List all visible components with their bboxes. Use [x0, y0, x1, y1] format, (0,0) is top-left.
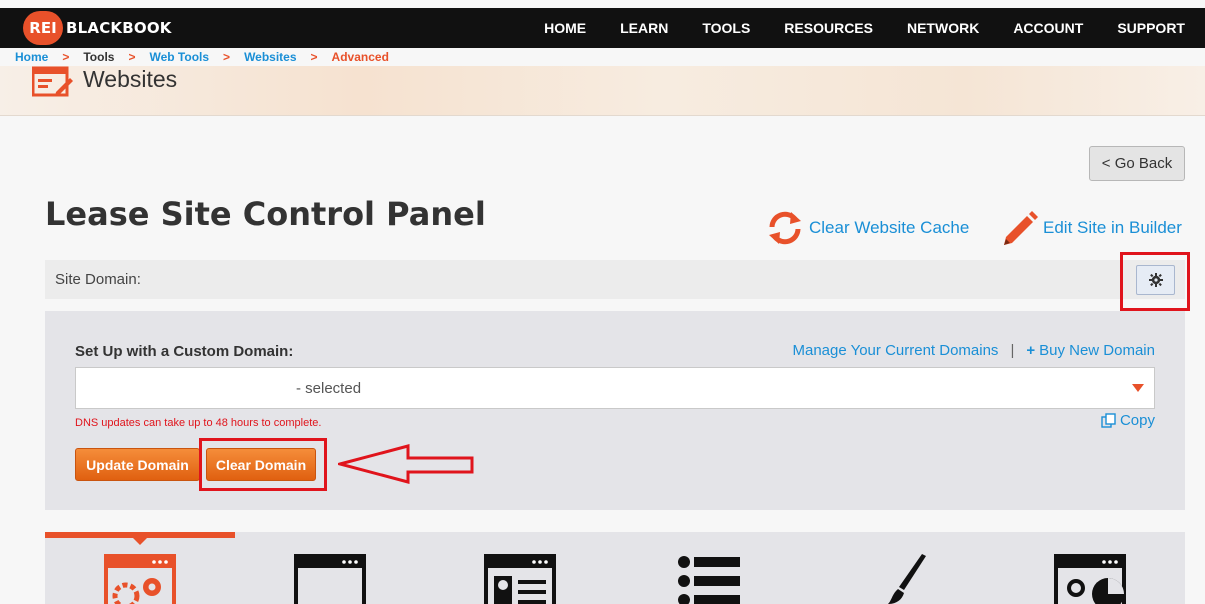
breadcrumb: Home > Tools > Web Tools > Websites > Ad… — [15, 49, 403, 65]
tab-analytics[interactable] — [995, 532, 1185, 604]
main-nav: HOME LEARN TOOLS RESOURCES NETWORK ACCOU… — [544, 8, 1205, 48]
settings-window-icon — [104, 554, 176, 604]
tab-settings[interactable] — [45, 532, 235, 604]
custom-domain-label: Set Up with a Custom Domain: — [75, 343, 294, 360]
nav-network[interactable]: NETWORK — [907, 20, 979, 36]
logo-badge: REI — [23, 11, 63, 45]
top-navbar: REI BLACKBOOK HOME LEARN TOOLS RESOURCES… — [0, 8, 1205, 48]
nav-home[interactable]: HOME — [544, 20, 586, 36]
copy-link[interactable]: Copy — [1101, 412, 1155, 429]
edit-site-label: Edit Site in Builder — [1043, 218, 1182, 237]
manage-domains-link[interactable]: Manage Your Current Domains — [792, 342, 998, 359]
analytics-window-icon — [1054, 554, 1126, 604]
brush-icon — [888, 554, 926, 604]
brand-logo[interactable]: REI BLACKBOOK — [23, 11, 172, 45]
copy-icon — [1101, 413, 1116, 428]
nav-resources[interactable]: RESOURCES — [784, 20, 873, 36]
plus-icon: + — [1026, 342, 1036, 359]
domain-select-value: - selected — [296, 380, 362, 397]
breadcrumb-web-tools[interactable]: Web Tools — [149, 50, 209, 64]
tab-layout[interactable] — [235, 532, 425, 604]
go-back-button[interactable]: < Go Back — [1089, 146, 1185, 181]
logo-text: BLACKBOOK — [66, 19, 172, 37]
update-domain-button[interactable]: Update Domain — [75, 448, 200, 481]
nav-support[interactable]: SUPPORT — [1117, 20, 1185, 36]
page-title: Lease Site Control Panel — [45, 195, 486, 233]
annotation-highlight-box — [1120, 252, 1190, 311]
breadcrumb-separator: > — [62, 50, 70, 64]
refresh-icon — [769, 211, 801, 245]
window-icon — [294, 554, 366, 604]
domain-links: Manage Your Current Domains | + Buy New … — [792, 342, 1155, 359]
tab-pages[interactable] — [615, 532, 805, 604]
nav-account[interactable]: ACCOUNT — [1013, 20, 1083, 36]
breadcrumb-separator: > — [223, 50, 231, 64]
pencil-icon — [1004, 211, 1038, 245]
domain-select[interactable]: - selected — [75, 367, 1155, 409]
breadcrumb-advanced: Advanced — [331, 50, 389, 64]
clear-cache-label: Clear Website Cache — [809, 218, 970, 237]
list-icon — [678, 556, 740, 604]
copy-label: Copy — [1119, 412, 1155, 429]
tab-design[interactable] — [805, 532, 995, 604]
nav-tools[interactable]: TOOLS — [702, 20, 750, 36]
site-domain-bar: Site Domain: — [45, 260, 1185, 299]
breadcrumb-separator: > — [128, 50, 136, 64]
breadcrumb-websites[interactable]: Websites — [244, 50, 296, 64]
dns-note: DNS updates can take up to 48 hours to c… — [75, 417, 322, 429]
page-header: Websites — [0, 66, 1205, 116]
breadcrumb-tools: Tools — [83, 50, 115, 64]
profile-page-icon — [484, 554, 556, 604]
caret-down-icon — [1132, 384, 1144, 392]
breadcrumb-separator: > — [310, 50, 318, 64]
nav-learn[interactable]: LEARN — [620, 20, 668, 36]
tab-active-notch — [133, 538, 147, 545]
edit-site-in-builder-link[interactable]: Edit Site in Builder — [1000, 208, 1182, 248]
buy-domain-link[interactable]: Buy New Domain — [1039, 342, 1155, 359]
website-edit-icon — [32, 66, 73, 97]
feature-tabs — [45, 532, 1185, 604]
annotation-highlight-box — [199, 438, 327, 491]
breadcrumb-home[interactable]: Home — [15, 50, 48, 64]
header-title: Websites — [83, 66, 178, 92]
clear-website-cache-link[interactable]: Clear Website Cache — [766, 208, 969, 248]
annotation-arrow — [338, 444, 474, 484]
site-domain-label: Site Domain: — [55, 271, 141, 288]
link-separator: | — [1010, 342, 1015, 359]
tab-profile[interactable] — [425, 532, 615, 604]
